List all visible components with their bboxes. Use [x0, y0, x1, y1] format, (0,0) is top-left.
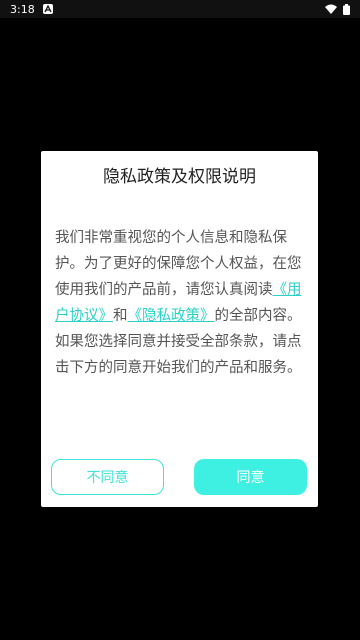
status-time: 3:18 — [10, 2, 35, 16]
app-screen: 3:18 隐私政策及权限说明 我们非常重视您的个人信息和隐私保护。为了更好的保障… — [0, 0, 360, 640]
privacy-dialog: 隐私政策及权限说明 我们非常重视您的个人信息和隐私保护。为了更好的保障您个人权益… — [41, 151, 318, 507]
a-letter-icon — [42, 4, 53, 14]
dialog-title: 隐私政策及权限说明 — [103, 167, 256, 187]
agree-button[interactable]: 同意 — [194, 459, 307, 495]
body-text-consent: 如果您选择同意并接受全部条款，请点击下方的同意开始我们的产品和服务。 — [55, 334, 302, 376]
decline-button[interactable]: 不同意 — [51, 459, 164, 495]
body-text-intro: 我们非常重视您的个人信息和隐私保护。为了更好的保障您个人权益，在您使用我们的产品… — [55, 230, 302, 298]
status-icons — [325, 3, 350, 15]
battery-icon — [343, 3, 350, 15]
body-text-end: 的全部内容。 — [214, 308, 302, 324]
dialog-body: 我们非常重视您的个人信息和隐私保护。为了更好的保障您个人权益，在您使用我们的产品… — [55, 225, 307, 381]
conjunction-text: 和 — [113, 308, 128, 324]
privacy-policy-link[interactable]: 《隐私政策》 — [128, 308, 215, 324]
status-bar: 3:18 — [0, 0, 360, 18]
wifi-icon — [325, 4, 337, 14]
